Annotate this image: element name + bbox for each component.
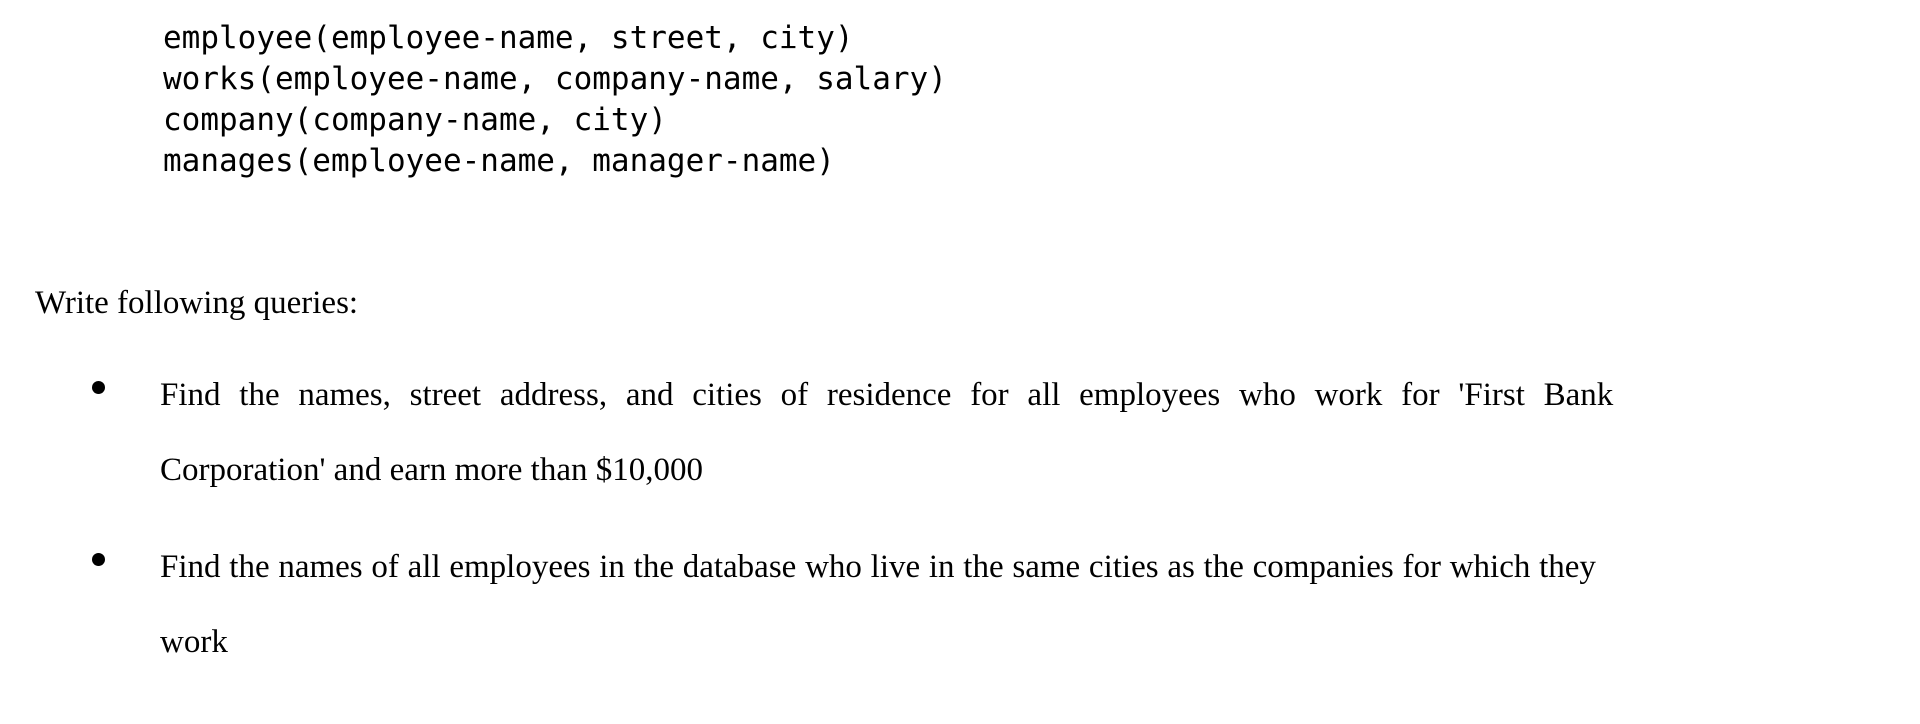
query-item-text-1: Find the names, street address, and citi… bbox=[160, 358, 1825, 508]
query-2-line-1: Find the names of all employees in the d… bbox=[160, 549, 1596, 585]
instruction-text: Write following queries: bbox=[35, 285, 359, 321]
query-1-line-1: Find the names, street address, and citi… bbox=[160, 377, 1614, 413]
document-page: employee(employee-name, street, city) wo… bbox=[0, 0, 1920, 724]
bullet-icon bbox=[92, 381, 105, 394]
schema-line-employee: employee(employee-name, street, city) bbox=[163, 20, 854, 56]
bullet-icon bbox=[92, 553, 105, 566]
schema-line-company: company(company-name, city) bbox=[163, 102, 667, 138]
query-1-line-2: Corporation' and earn more than $10,000 bbox=[160, 452, 703, 488]
query-2-line-2: work bbox=[160, 624, 228, 660]
list-item: Find the names, street address, and citi… bbox=[0, 358, 1920, 508]
list-item: Find the names of all employees in the d… bbox=[0, 530, 1920, 680]
relational-schema-block: employee(employee-name, street, city) wo… bbox=[163, 18, 1363, 182]
schema-line-works: works(employee-name, company-name, salar… bbox=[163, 61, 947, 97]
query-list: Find the names, street address, and citi… bbox=[0, 358, 1920, 680]
query-item-text-2: Find the names of all employees in the d… bbox=[160, 530, 1825, 680]
schema-line-manages: manages(employee-name, manager-name) bbox=[163, 143, 835, 179]
